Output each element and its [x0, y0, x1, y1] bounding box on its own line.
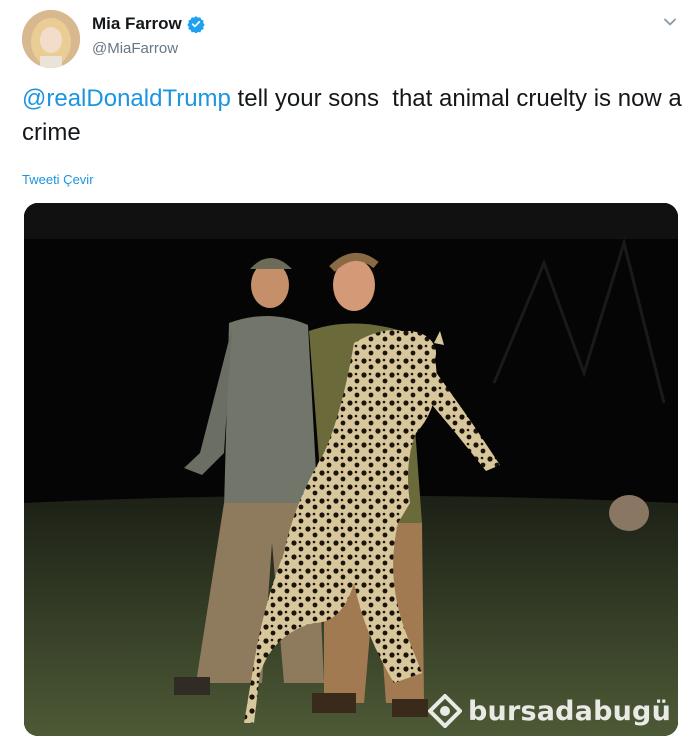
tweet-card: Mia Farrow @MiaFarrow @realDonaldTrump t…	[0, 0, 700, 752]
bursadabugun-logo-icon	[428, 694, 462, 728]
translate-link[interactable]: Tweeti Çevir	[22, 172, 94, 187]
tweet-text: @realDonaldTrump tell your sons that ani…	[22, 82, 687, 150]
mention-link[interactable]: @realDonaldTrump	[22, 85, 231, 112]
author-row: Mia Farrow	[92, 14, 205, 34]
verified-badge-icon	[187, 16, 205, 33]
watermark: bursadabugü	[428, 694, 671, 728]
watermark-text: bursadabugü	[468, 695, 671, 727]
tweet-photo[interactable]	[24, 203, 678, 736]
avatar[interactable]	[22, 10, 80, 68]
author-handle[interactable]: @MiaFarrow	[92, 40, 178, 57]
chevron-down-icon[interactable]	[662, 14, 678, 30]
author-name[interactable]: Mia Farrow	[92, 14, 182, 34]
